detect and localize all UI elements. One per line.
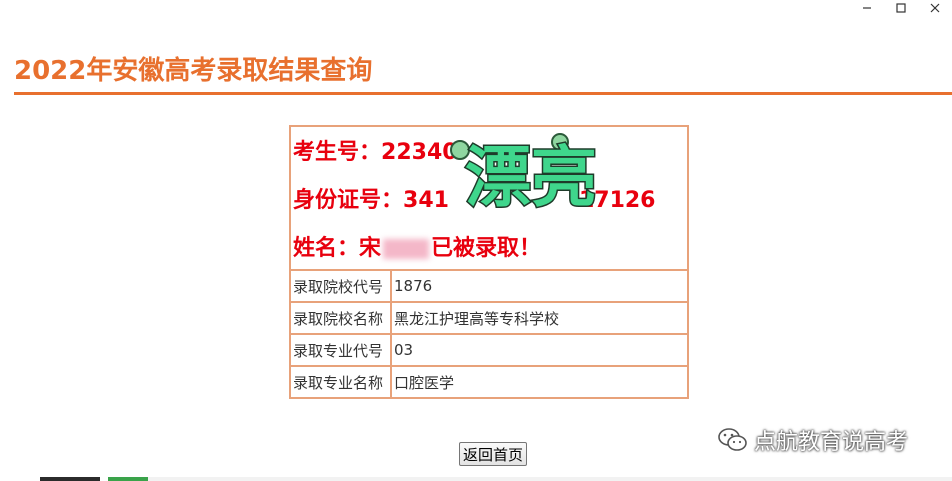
table-row: 录取院校名称 黑龙江护理高等专科学校 [289,301,689,335]
watermark: 点航教育说高考 [718,424,908,456]
table-row: 录取院校代号 1876 [289,269,689,303]
row-value: 黑龙江护理高等专科学校 [390,301,689,335]
wechat-icon [718,428,747,451]
row-value: 03 [390,333,689,367]
bottom-taskbar-strip [0,477,952,481]
page-title: 2022年安徽高考录取结果查询 [14,56,373,86]
title-divider [14,92,952,95]
row-value: 1876 [390,269,689,303]
close-icon [930,3,940,13]
name-visible: 宋 [359,236,382,261]
id-number-prefix: 341 [403,188,449,213]
result-table: 考生号：22340 身份证号：341 17126 姓名：宋 已被录取！ 录取院校代号… [289,125,689,399]
row-label: 录取院校代号 [289,269,392,303]
exam-number-label: 考生号： [293,140,382,165]
table-row: 录取专业名称 口腔医学 [289,365,689,399]
exam-number-value: 22340 [381,140,458,165]
window-controls [850,0,952,16]
admission-status: 已被录取！ [431,236,542,261]
row-value: 口腔医学 [390,365,689,399]
id-number-suffix: 17126 [578,188,656,213]
name-line: 姓名：宋 已被录取！ [293,235,541,263]
back-home-button[interactable]: 返回首页 [459,442,527,466]
minimize-button[interactable] [850,0,884,16]
maximize-button[interactable] [884,0,918,16]
maximize-icon [896,3,906,13]
result-header-row: 考生号：22340 身份证号：341 17126 姓名：宋 已被录取！ [289,125,689,271]
row-label: 录取专业代号 [289,333,392,367]
watermark-text: 点航教育说高考 [754,430,909,455]
table-row: 录取专业代号 03 [289,333,689,367]
exam-number-line: 考生号：22340 [293,139,458,167]
close-button[interactable] [918,0,952,16]
minimize-icon [863,7,871,9]
id-number-line: 身份证号：341 17126 [293,187,656,215]
name-label: 姓名： [293,236,360,261]
row-label: 录取院校名称 [289,301,392,335]
result-header-cell: 考生号：22340 身份证号：341 17126 姓名：宋 已被录取！ [289,125,689,271]
id-number-label: 身份证号： [293,188,404,213]
name-redaction [383,239,430,259]
row-label: 录取专业名称 [289,365,392,399]
